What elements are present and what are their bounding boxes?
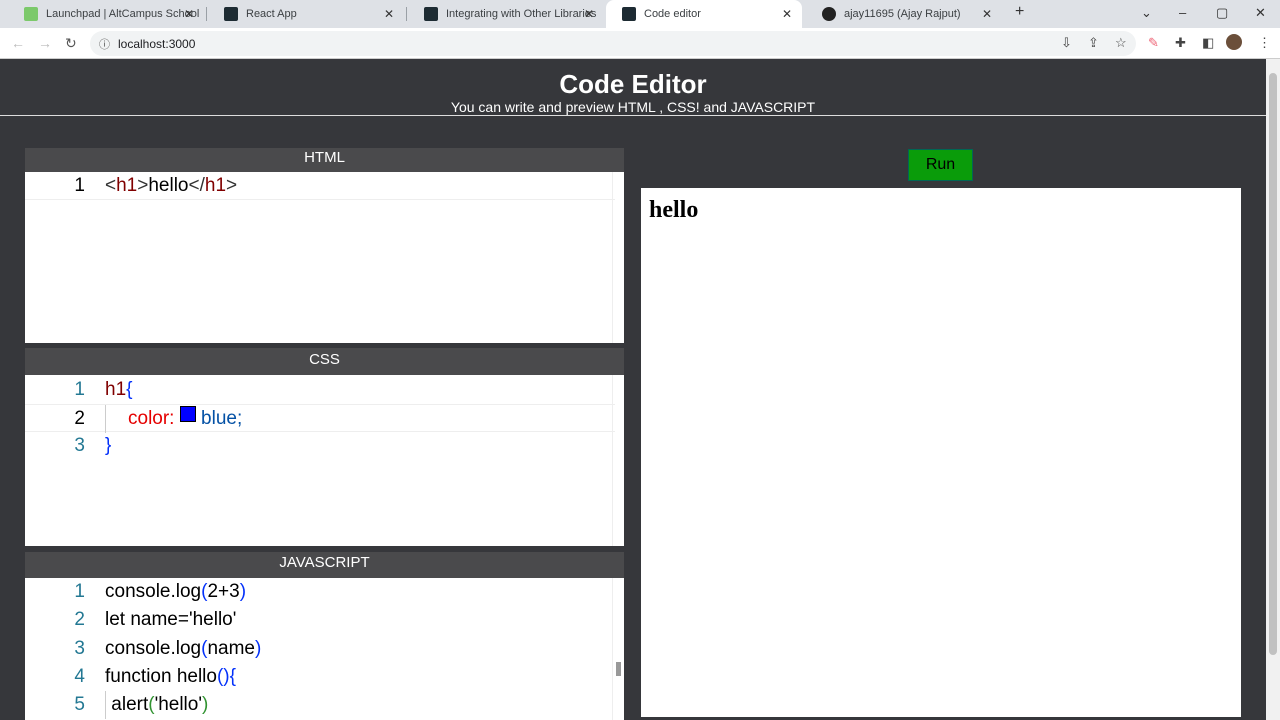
preview-output: hello xyxy=(649,197,699,223)
github-icon xyxy=(822,7,836,21)
react-icon xyxy=(622,7,636,21)
profile-avatar[interactable] xyxy=(1226,34,1242,50)
info-icon: ⓘ xyxy=(99,39,110,51)
code-line: 4 function hello(){ xyxy=(74,666,236,687)
page: Code Editor You can write and preview HT… xyxy=(0,59,1266,720)
page-scrollbar[interactable] xyxy=(1266,59,1280,720)
code-line: 5 alert('hello') xyxy=(25,691,615,719)
close-window-button[interactable]: ✕ xyxy=(1255,5,1266,21)
close-tab-icon[interactable]: ✕ xyxy=(584,7,594,21)
color-swatch[interactable] xyxy=(179,406,196,422)
extensions-puzzle-icon[interactable]: ✚ xyxy=(1175,35,1186,51)
side-panel-icon[interactable]: ◧ xyxy=(1202,35,1214,51)
tab-launchpad[interactable]: Launchpad | AltCampus School ✕ xyxy=(8,0,204,28)
js-editor[interactable]: 1 console.log(2+3) 2 let name='hello' 3 con… xyxy=(25,578,624,720)
tab-github[interactable]: ajay11695 (Ajay Rajput) ✕ xyxy=(806,0,1002,28)
code-line: 2 color: blue; xyxy=(25,404,615,433)
share-icon[interactable]: ⇪ xyxy=(1088,35,1099,51)
menu-icon[interactable]: ⋮ xyxy=(1258,35,1271,51)
code-line: 1 console.log(2+3) xyxy=(74,581,247,602)
back-icon[interactable]: ← xyxy=(11,35,25,51)
editor-scrollbar[interactable] xyxy=(612,578,624,720)
tab-react-app[interactable]: React App ✕ xyxy=(208,0,404,28)
close-tab-icon[interactable]: ✕ xyxy=(782,7,792,21)
code-line: 2 let name='hello' xyxy=(74,609,237,630)
forward-icon[interactable]: → xyxy=(38,35,52,51)
preview-frame: hello xyxy=(641,188,1241,717)
extension-pen-icon[interactable]: ✎ xyxy=(1148,35,1159,51)
css-editor-label: CSS xyxy=(25,348,624,375)
install-icon[interactable]: ⇩ xyxy=(1061,35,1072,51)
editor-scrollbar[interactable] xyxy=(612,375,624,546)
close-tab-icon[interactable]: ✕ xyxy=(184,7,194,21)
url-input[interactable]: ⓘ localhost:3000 xyxy=(90,31,1136,56)
header-divider xyxy=(0,115,1266,116)
bookmark-star-icon[interactable]: ☆ xyxy=(1115,35,1127,51)
tab-integrating[interactable]: Integrating with Other Libraries ✕ xyxy=(408,0,604,28)
tab-bar: Launchpad | AltCampus School ✕ React App ✕… xyxy=(0,0,1280,28)
altcampus-icon xyxy=(24,7,38,21)
close-tab-icon[interactable]: ✕ xyxy=(384,7,394,21)
minimize-button[interactable]: – xyxy=(1179,5,1186,20)
tab-code-editor[interactable]: Code editor ✕ xyxy=(606,0,802,28)
html-editor[interactable]: 1 <h1>hello</h1> xyxy=(25,172,624,343)
page-subtitle: You can write and preview HTML , CSS! an… xyxy=(450,99,816,115)
js-editor-label: JAVASCRIPT xyxy=(25,552,624,578)
css-editor[interactable]: 1 h1{ 2 color: blue; 3} xyxy=(25,375,624,546)
run-button[interactable]: Run xyxy=(908,149,973,181)
editor-scrollbar[interactable] xyxy=(612,172,624,343)
reload-icon[interactable]: ↻ xyxy=(65,35,77,52)
close-tab-icon[interactable]: ✕ xyxy=(982,7,992,21)
tab-search-icon[interactable]: ⌄ xyxy=(1141,5,1152,21)
react-icon xyxy=(424,7,438,21)
code-line: 3} xyxy=(74,435,112,456)
maximize-button[interactable]: ▢ xyxy=(1216,5,1228,21)
new-tab-button[interactable]: + xyxy=(1015,3,1024,21)
code-line: 1 h1{ xyxy=(74,379,133,400)
react-icon xyxy=(224,7,238,21)
code-line: 1 <h1>hello</h1> xyxy=(25,172,615,200)
page-title: Code Editor xyxy=(559,69,707,99)
html-editor-label: HTML xyxy=(25,148,624,172)
code-line: 3 console.log(name) xyxy=(74,638,262,659)
